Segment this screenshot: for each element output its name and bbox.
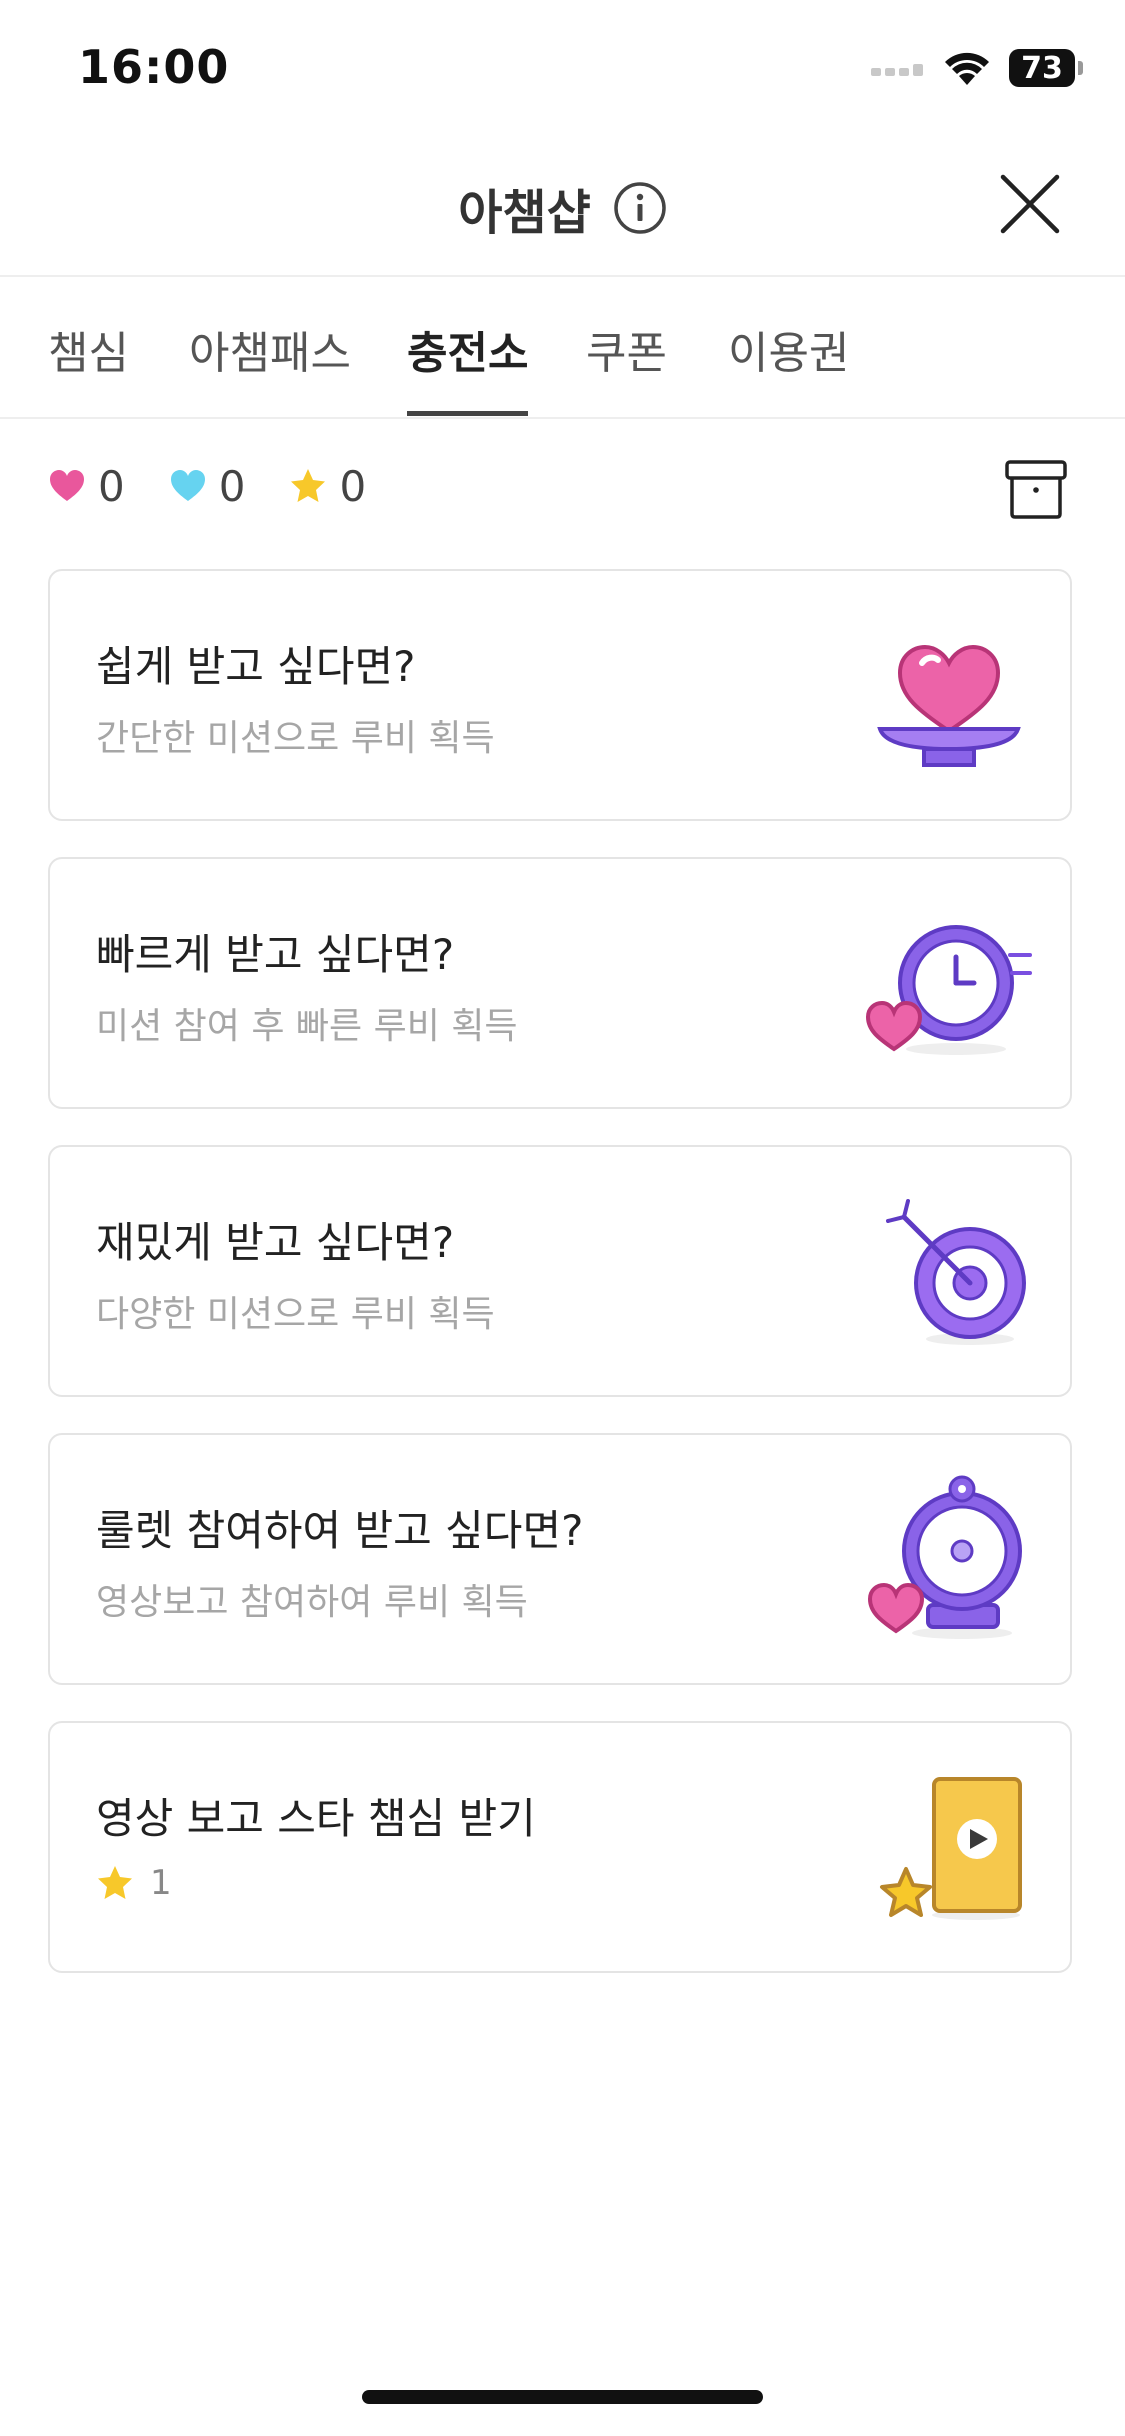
card-title: 영상 보고 스타 챔심 받기 (96, 1794, 536, 1843)
star-icon (291, 469, 326, 502)
wifi-icon (945, 52, 989, 85)
tab-champsim[interactable]: 챔심 (48, 317, 129, 381)
pink-heart-balance: 0 (48, 462, 125, 511)
reward-amount: 1 (150, 1863, 172, 1903)
mission-card-easy[interactable]: 쉽게 받고 싶다면? 간단한 미션으로 루비 획득 (48, 569, 1072, 821)
blue-heart-balance: 0 (169, 462, 245, 511)
phone-video-star-icon (880, 1777, 1022, 1920)
card-title: 빠르게 받고 싶다면? (96, 930, 455, 979)
card-title: 룰렛 참여하여 받고 싶다면? (96, 1506, 584, 1555)
header: 아챔샵 (0, 135, 1125, 277)
roulette-heart-icon (867, 1475, 1022, 1639)
close-button[interactable] (997, 171, 1063, 237)
card-subtitle: 미션 참여 후 빠른 루비 획득 (96, 1006, 518, 1047)
mission-card-video-star[interactable]: 영상 보고 스타 챔심 받기 1 (48, 1721, 1072, 1973)
card-subtitle: 간단한 미션으로 루비 획득 (96, 718, 495, 759)
info-icon[interactable] (613, 181, 667, 235)
battery-icon: 73 (1009, 49, 1083, 87)
tab-achampass[interactable]: 아챔패스 (189, 317, 351, 381)
tab-charging-station[interactable]: 충전소 (407, 317, 528, 381)
pink-heart-icon (50, 470, 84, 501)
star-balance: 0 (289, 462, 366, 511)
reward-row: 1 (96, 1863, 172, 1903)
clock-heart-icon (865, 925, 1032, 1055)
status-icons: 73 (871, 46, 1083, 90)
mission-card-roulette[interactable]: 룰렛 참여하여 받고 싶다면? 영상보고 참여하여 루비 획득 (48, 1433, 1072, 1685)
star-icon (98, 1866, 132, 1899)
signal-icon (871, 64, 923, 76)
battery-level: 73 (1021, 50, 1063, 86)
home-indicator (362, 2390, 763, 2404)
card-title: 재밌게 받고 싶다면? (96, 1218, 455, 1267)
status-time: 16:00 (78, 40, 230, 94)
storage-box-icon[interactable] (1003, 456, 1069, 522)
currency-row: 0 0 0 (48, 456, 410, 516)
mission-card-fun[interactable]: 재밌게 받고 싶다면? 다양한 미션으로 루비 획득 (48, 1145, 1072, 1397)
tab-bar: 챔심 아챔패스 충전소 쿠폰 이용권 (0, 277, 1125, 419)
card-title: 쉽게 받고 싶다면? (96, 642, 416, 691)
mission-card-fast[interactable]: 빠르게 받고 싶다면? 미션 참여 후 빠른 루비 획득 (48, 857, 1072, 1109)
target-icon (886, 1199, 1026, 1345)
card-subtitle: 영상보고 참여하여 루비 획득 (96, 1582, 528, 1623)
status-bar: 16:00 73 (0, 0, 1125, 135)
tab-voucher[interactable]: 이용권 (728, 317, 849, 381)
heart-plate-icon (877, 644, 1021, 767)
blue-heart-icon (170, 470, 205, 501)
active-tab-indicator (407, 411, 528, 416)
page-title: 아챔샵 (458, 185, 591, 241)
tab-coupon[interactable]: 쿠폰 (586, 317, 667, 381)
card-subtitle: 다양한 미션으로 루비 획득 (96, 1294, 495, 1335)
